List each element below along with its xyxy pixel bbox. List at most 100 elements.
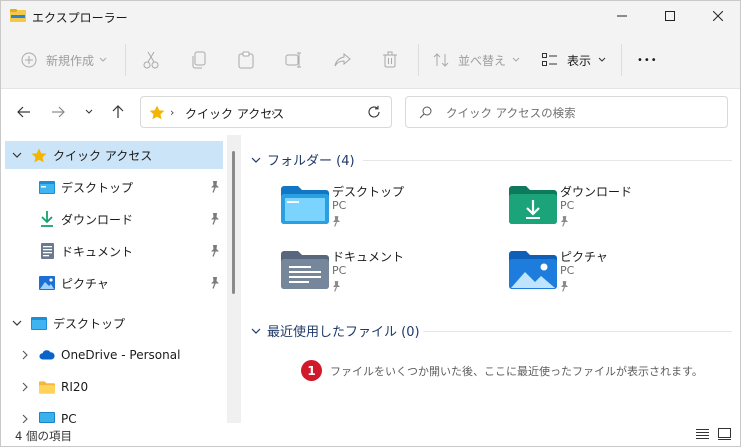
sidebar-item-documents[interactable]: ドキュメント [5,237,223,265]
sidebar-item-desktop-pinned[interactable]: デスクトップ [5,173,223,201]
copy-icon [192,51,206,69]
folders-header-label: フォルダー (4) [267,154,355,169]
paste-button[interactable] [238,49,254,71]
desktop-icon [31,315,47,331]
arrow-right-icon [52,106,65,118]
pin-icon[interactable] [210,245,220,257]
sidebar-item-onedrive[interactable]: OneDrive - Personal [5,341,223,369]
sidebar-item-label: クイック アクセス [53,148,153,163]
folder-name: デスクトップ [332,185,405,199]
arrow-up-icon [112,105,124,118]
chevron-down-icon [99,57,107,62]
sidebar-item-label: デスクトップ [61,180,134,195]
paste-icon [238,51,254,69]
sort-button[interactable]: 並べ替え [433,49,520,71]
sidebar-item-quick-access[interactable]: クイック アクセス [5,141,223,169]
folder-tile-documents[interactable]: ドキュメント PC [281,248,501,304]
desktop-folder-icon [281,186,329,224]
folder-tile-pictures[interactable]: ピクチャ PC [509,248,729,304]
sidebar-item-label: RI20 [61,380,89,394]
explorer-window: エクスプローラー 新規作成 並べ替え 表示 ••• › クイック アクセス › … [0,0,741,447]
search-icon [419,106,432,119]
sidebar-item-desktop[interactable]: デスクトップ [5,309,223,337]
chevron-right-icon [22,350,28,360]
star-icon [149,105,165,120]
empty-recent-text: ファイルをいくつか開いた後、ここに最近使ったファイルが表示されます。 [330,364,703,378]
recent-locations-button[interactable] [78,101,100,123]
sidebar-item-pictures[interactable]: ピクチャ [5,269,223,297]
cut-button[interactable] [142,49,160,71]
sidebar-item-label: ピクチャ [61,276,109,291]
chevron-down-icon [251,157,261,163]
folder-name: ドキュメント [332,250,405,264]
sidebar-item-label: ドキュメント [61,244,134,259]
scissors-icon [143,51,159,69]
folder-tile-downloads[interactable]: ダウンロード PC [509,183,729,239]
pin-icon[interactable] [210,181,220,193]
window-title: エクスプローラー [32,11,128,25]
search-box[interactable]: クイック アクセスの検索 [405,96,728,128]
minimize-button[interactable] [599,1,645,31]
section-divider [363,160,732,161]
rename-button[interactable] [285,49,303,71]
more-options-button[interactable]: ••• [637,49,658,71]
desktop-icon [39,179,55,195]
folder-name: ピクチャ [560,250,608,264]
download-icon [39,211,55,227]
command-bar: 新規作成 並べ替え 表示 ••• [1,31,740,89]
view-button[interactable]: 表示 [542,49,606,71]
picture-icon [39,275,55,291]
pin-icon [332,281,341,292]
collapse-chevron[interactable] [11,149,23,161]
pin-icon [560,216,569,227]
delete-button[interactable] [382,49,398,71]
share-icon [334,52,351,67]
view-list-icon [542,53,557,66]
forward-button[interactable] [47,101,69,123]
expand-chevron[interactable] [19,381,31,393]
sidebar-item-downloads[interactable]: ダウンロード [5,205,223,233]
sidebar-scrollbar-thumb[interactable] [232,151,235,294]
item-count: 4 個の項目 [15,429,72,443]
pin-icon [332,216,341,227]
plus-circle-icon [21,52,37,68]
search-placeholder: クイック アクセスの検索 [446,106,576,120]
pin-icon[interactable] [210,277,220,289]
expand-chevron[interactable] [19,349,31,361]
chevron-right-icon[interactable]: › [271,106,275,119]
maximize-button[interactable] [647,1,693,31]
sidebar-item-label: デスクトップ [53,316,126,331]
breadcrumb-quick-access[interactable]: クイック アクセス [185,105,284,122]
back-button[interactable] [13,101,35,123]
sidebar-item-ri20[interactable]: RI20 [5,373,223,401]
chevron-down-icon [85,109,93,114]
chevron-down-icon [12,152,22,158]
cloud-icon [39,347,55,363]
folder-tile-desktop[interactable]: デスクトップ PC [281,183,501,239]
close-button[interactable] [695,1,740,31]
details-view-icon[interactable] [696,428,709,440]
pin-icon[interactable] [210,213,220,225]
rename-icon [285,52,301,68]
tiles-view-icon[interactable] [718,428,731,440]
sidebar-item-label: ダウンロード [61,212,134,227]
new-button[interactable]: 新規作成 [21,49,107,71]
up-button[interactable] [107,101,129,123]
folders-section-header[interactable]: フォルダー (4) [251,150,355,169]
separator [125,44,126,76]
address-bar[interactable]: › クイック アクセス › [140,96,392,128]
chevron-down-icon [598,57,606,62]
share-button[interactable] [334,49,352,71]
refresh-icon[interactable] [367,105,381,119]
status-bar: 4 個の項目 [1,423,740,446]
copy-button[interactable] [191,49,207,71]
separator [418,44,419,76]
recent-files-section-header[interactable]: 最近使用したファイル (0) [251,321,420,340]
folder-location: PC [560,264,575,277]
sort-icon [433,53,449,67]
collapse-chevron[interactable] [11,317,23,329]
recent-header-label: 最近使用したファイル (0) [267,325,420,340]
content-pane: フォルダー (4) デスクトップ PC ダウンロード PC ドキュメント PC … [241,135,740,423]
sort-button-label: 並べ替え [458,53,507,68]
pictures-folder-icon [509,251,557,289]
